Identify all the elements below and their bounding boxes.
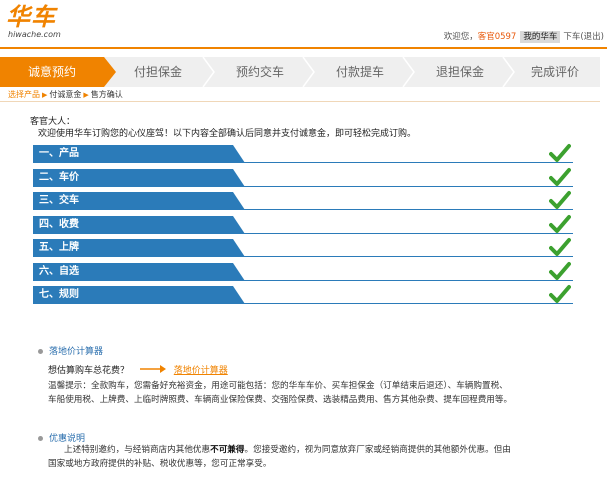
section-bar[interactable]: 七、规则 [33,285,573,304]
section-label: 七、规则 [39,289,79,300]
discount-line-1: 上述特别邀约，与经销商店内其他优惠不可兼得。您接受邀约，视为同意放弃厂家或经销商… [64,445,511,455]
calculator-tip-line-2: 车船使用税、上牌费、上临时牌照费、车辆商业保险保费、交强险保费、选装精品费用、售… [48,395,513,405]
calculator-question: 想估算购车总花费？ 落地价计算器 [48,365,228,376]
bullet-icon [38,349,43,354]
site-header: 华车 hiwache.com 欢迎您，客官0597 我的华车 下车(退出) [0,0,607,49]
section-bar[interactable]: 一、产品 [33,144,573,163]
checkmark-icon [549,238,571,256]
logout-link[interactable]: 下车(退出) [563,32,604,42]
welcome-text: 欢迎您， [443,32,478,42]
username-link[interactable]: 客官0597 [478,32,517,42]
checkmark-icon [549,144,571,162]
section-label: 三、交车 [39,195,79,206]
user-area: 欢迎您，客官0597 我的华车 下车(退出) [443,30,604,43]
site-logo[interactable]: 华车 hiwache.com [6,2,61,40]
expand-arrow-icon[interactable] [247,196,261,205]
step-2: 付担保金 [133,65,182,79]
bullet-icon [38,436,43,441]
step-1: 诚意预约 [0,57,104,87]
step-4: 付款提车 [335,65,384,79]
breadcrumb-item[interactable]: 选择产品 [8,90,40,99]
section-label: 一、产品 [39,148,79,159]
welcome-message: 欢迎使用华车订购您的心仪座驾！以下内容全部确认后同意并支付诚意金，即可轻松完成订… [38,129,417,139]
header-divider [0,47,607,49]
breadcrumb: 选择产品 ▶ 付诚意金 ▶ 售方确认 [8,89,123,100]
arrow-right-icon [139,365,166,376]
logo-subtitle: hiwache.com [8,30,61,39]
expand-arrow-icon[interactable] [247,219,261,229]
calculator-tip-line-1: 温馨提示：全款购车，您需备好充裕资金，用途可能包括：您的华车车价、买车担保金（订… [48,381,508,391]
section-label: 五、上牌 [39,242,79,253]
discount-emphasis: 不可兼得 [210,445,245,455]
discount-line-2: 国家或地方政府提供的补贴、税收优惠等，您可正常享受。 [48,459,272,469]
breadcrumb-divider [0,101,600,102]
section-bar[interactable]: 四、收费 [33,214,573,234]
section-label: 二、车价 [39,171,79,183]
section-bar[interactable]: 二、车价 [33,167,573,187]
calculator-title[interactable]: 落地价计算器 [38,344,103,357]
expand-arrow-icon[interactable] [247,149,261,158]
calculator-link[interactable]: 落地价计算器 [174,366,228,376]
logo-text: 华车 [6,2,56,31]
step-6: 完成评价 [530,65,579,79]
section-bar[interactable]: 三、交车 [33,191,573,210]
order-steps: 诚意预约 付担保金 预约交车 付款提车 退担保金 完成评价 [0,57,600,87]
breadcrumb-separator-icon: ▶ [83,91,89,99]
step-3: 预约交车 [235,65,284,79]
discount-title[interactable]: 优惠说明 [38,431,85,444]
breadcrumb-item: 售方确认 [90,90,123,99]
section-bar[interactable]: 五、上牌 [33,238,573,257]
checkmark-icon [549,214,571,233]
expand-arrow-icon[interactable] [247,290,261,299]
section-label: 六、自选 [39,265,79,277]
checkmark-icon [549,261,571,280]
checkmark-icon [549,285,571,303]
breadcrumb-separator-icon: ▶ [42,91,48,99]
checkmark-icon [549,167,571,186]
expand-arrow-icon[interactable] [247,243,261,252]
step-5: 退担保金 [435,65,484,79]
section-bar[interactable]: 六、自选 [33,261,573,281]
section-label: 四、收费 [39,218,79,230]
expand-arrow-icon[interactable] [247,266,261,276]
expand-arrow-icon[interactable] [247,172,261,182]
checkmark-icon [549,191,571,209]
my-car-link[interactable]: 我的华车 [520,31,561,43]
breadcrumb-item: 付诚意金 [49,90,82,99]
